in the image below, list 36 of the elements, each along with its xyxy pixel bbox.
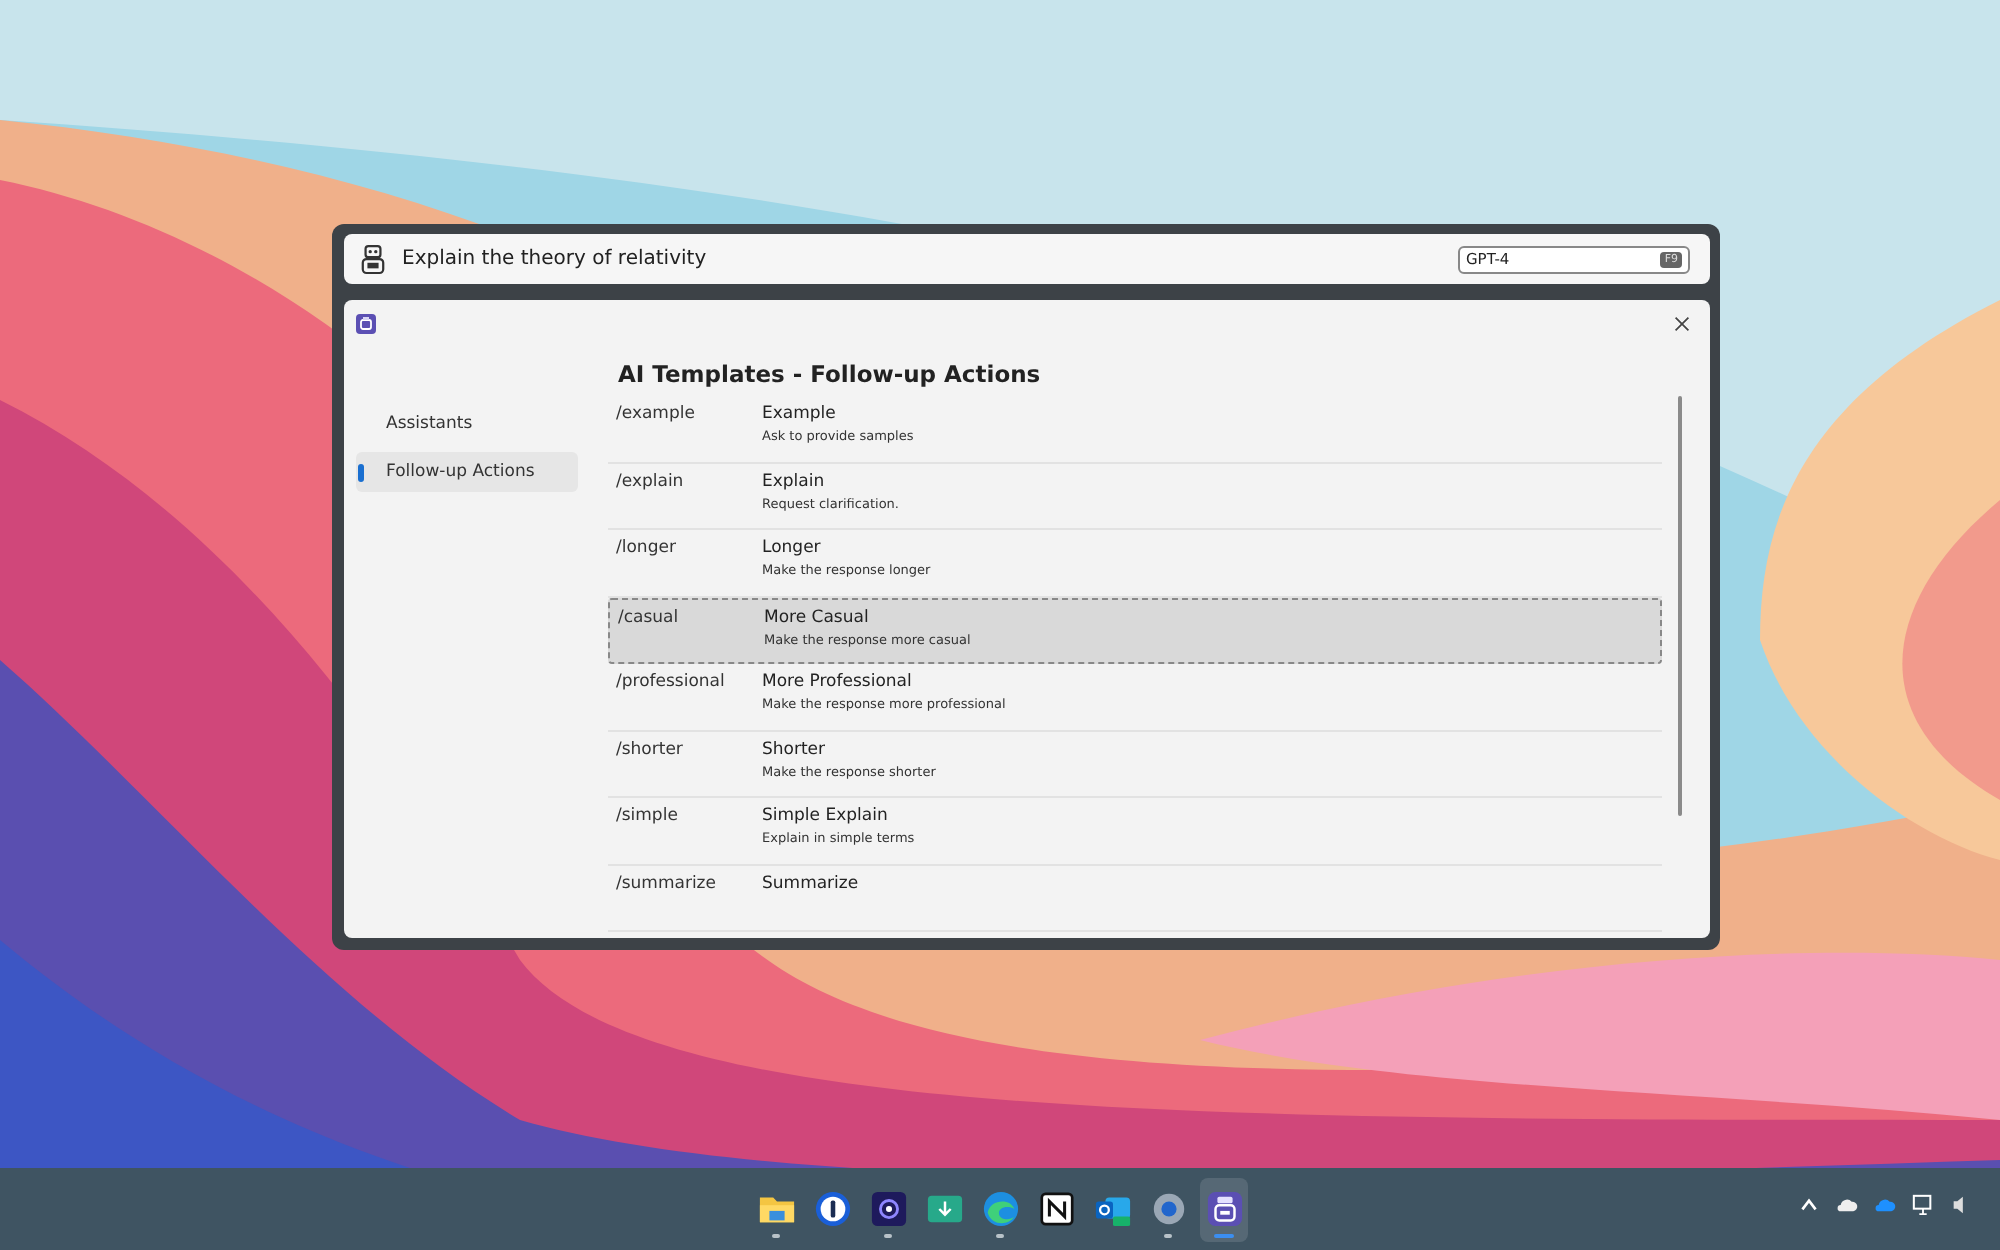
sidebar-item[interactable]: Assistants <box>356 404 578 444</box>
template-title: Longer <box>762 538 823 558</box>
cloud-icon[interactable] <box>1836 1194 1858 1216</box>
panel-title: AI Templates - Follow-up Actions <box>616 360 1043 388</box>
robot-icon <box>1205 1190 1243 1228</box>
command-text: /professional <box>616 672 727 696</box>
command-text: /summarize <box>616 873 718 897</box>
monitor-icon[interactable] <box>1912 1194 1934 1216</box>
browser-icon <box>981 1190 1019 1228</box>
app-icon <box>356 314 376 334</box>
template-row[interactable]: /summarize Summarize <box>608 865 1662 932</box>
command-text: /casual <box>618 607 681 631</box>
record-icon <box>869 1190 907 1228</box>
close-button[interactable] <box>1670 312 1694 336</box>
command-text: /longer <box>616 538 678 562</box>
template-title: Explain <box>762 471 827 491</box>
command-text: /example <box>616 404 697 428</box>
template-title: Shorter <box>762 739 828 759</box>
prompt-text[interactable]: Explain the theory of relativity <box>402 248 1442 270</box>
template-title: Simple Explain <box>762 806 890 826</box>
scrollbar[interactable] <box>1678 396 1682 816</box>
template-title: More Casual <box>764 607 871 627</box>
taskbar-app[interactable] <box>1200 1177 1248 1241</box>
command-text: /simple <box>616 806 680 830</box>
command-text: /shorter <box>616 739 685 763</box>
download-icon <box>925 1190 963 1228</box>
chevron-up-icon[interactable] <box>1798 1194 1820 1216</box>
template-title: Summarize <box>762 873 859 893</box>
command-text: /explain <box>616 471 686 495</box>
template-title: More Professional <box>762 672 914 692</box>
keyhole-icon <box>813 1190 851 1228</box>
sidebar-item[interactable]: Follow-up Actions <box>356 452 578 492</box>
robot-icon <box>360 243 386 275</box>
gear-icon <box>1149 1190 1187 1228</box>
template-title: Example <box>762 404 838 424</box>
notes-icon <box>1037 1190 1075 1228</box>
